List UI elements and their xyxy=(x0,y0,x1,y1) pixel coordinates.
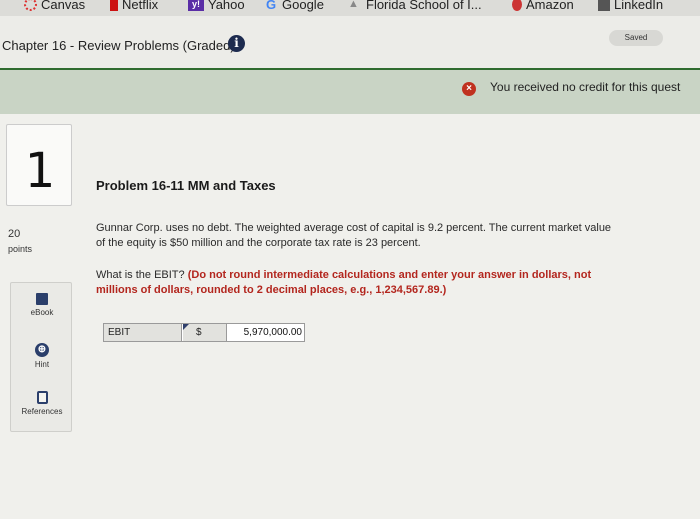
google-icon: G xyxy=(266,0,277,12)
question-text: What is the EBIT? xyxy=(96,269,185,281)
problem-title: Problem 16-11 MM and Taxes xyxy=(96,178,276,193)
references-button[interactable]: References xyxy=(11,391,73,416)
saved-status-badge: Saved xyxy=(609,30,663,46)
currency-cell: $ xyxy=(183,324,227,341)
credit-notice-message: You received no credit for this quest xyxy=(490,80,681,94)
bookmark-label: Canvas xyxy=(41,0,86,12)
page-title: Chapter 16 - Review Problems (Graded) xyxy=(2,38,235,53)
bookmark-amazon[interactable]: Amazon xyxy=(512,0,574,12)
amazon-icon xyxy=(512,0,522,11)
bookmark-label: Yahoo xyxy=(208,0,245,12)
netflix-icon xyxy=(110,0,118,11)
tools-panel: eBook ⊕ Hint References xyxy=(10,282,72,432)
question-number: 1 xyxy=(24,143,56,199)
tool-label: eBook xyxy=(30,308,54,317)
answer-label: EBIT xyxy=(104,324,182,341)
assignment-header: Chapter 16 - Review Problems (Graded) i … xyxy=(0,16,700,68)
answer-row: EBIT $ 5,970,000.00 xyxy=(103,323,305,342)
bookmarks-bar: Canvas Netflix y! Yahoo G Google ▲ Flori… xyxy=(0,0,700,16)
question-prompt: What is the EBIT? (Do not round intermed… xyxy=(96,268,616,298)
bookmark-label: Florida School of I... xyxy=(366,0,482,12)
globe-icon: ⊕ xyxy=(35,343,49,357)
bookmark-google[interactable]: G Google xyxy=(266,0,324,12)
close-circle-icon: × xyxy=(462,82,476,96)
tool-label: Hint xyxy=(34,360,50,369)
bookmark-label: Google xyxy=(282,0,324,12)
question-sidebar: 1 20 points eBook ⊕ Hint References xyxy=(0,114,82,519)
bookmark-canvas[interactable]: Canvas xyxy=(24,0,85,12)
points-label: points xyxy=(8,244,33,254)
points-value: 20 xyxy=(8,228,21,240)
bookmark-yahoo[interactable]: y! Yahoo xyxy=(188,0,245,12)
problem-statement: Gunnar Corp. uses no debt. The weighted … xyxy=(96,222,612,249)
yahoo-icon: y! xyxy=(188,0,204,11)
book-icon xyxy=(36,293,48,305)
bookmark-netflix[interactable]: Netflix xyxy=(110,0,158,12)
bookmark-label: LinkedIn xyxy=(614,0,664,12)
question-number-box: 1 xyxy=(6,124,72,206)
school-icon: ▲ xyxy=(348,0,359,10)
hint-button[interactable]: ⊕ Hint xyxy=(11,343,73,369)
ebook-button[interactable]: eBook xyxy=(11,293,73,317)
answer-input[interactable]: 5,970,000.00 xyxy=(228,324,305,341)
bookmark-florida-school[interactable]: ▲ Florida School of I... xyxy=(348,0,482,12)
bookmark-label: Netflix xyxy=(122,0,159,12)
info-icon[interactable]: i xyxy=(228,35,245,52)
question-panel: 1 20 points eBook ⊕ Hint References Prob… xyxy=(0,114,700,519)
flag-icon xyxy=(183,324,189,330)
currency-symbol: $ xyxy=(196,327,202,338)
tool-label: References xyxy=(21,407,63,416)
credit-notice-bar: × You received no credit for this quest xyxy=(0,70,700,114)
bookmark-label: Amazon xyxy=(526,0,574,12)
linkedin-icon xyxy=(598,0,610,11)
canvas-icon xyxy=(24,0,37,11)
document-icon xyxy=(36,391,48,404)
bookmark-linkedin[interactable]: LinkedIn xyxy=(598,0,663,12)
